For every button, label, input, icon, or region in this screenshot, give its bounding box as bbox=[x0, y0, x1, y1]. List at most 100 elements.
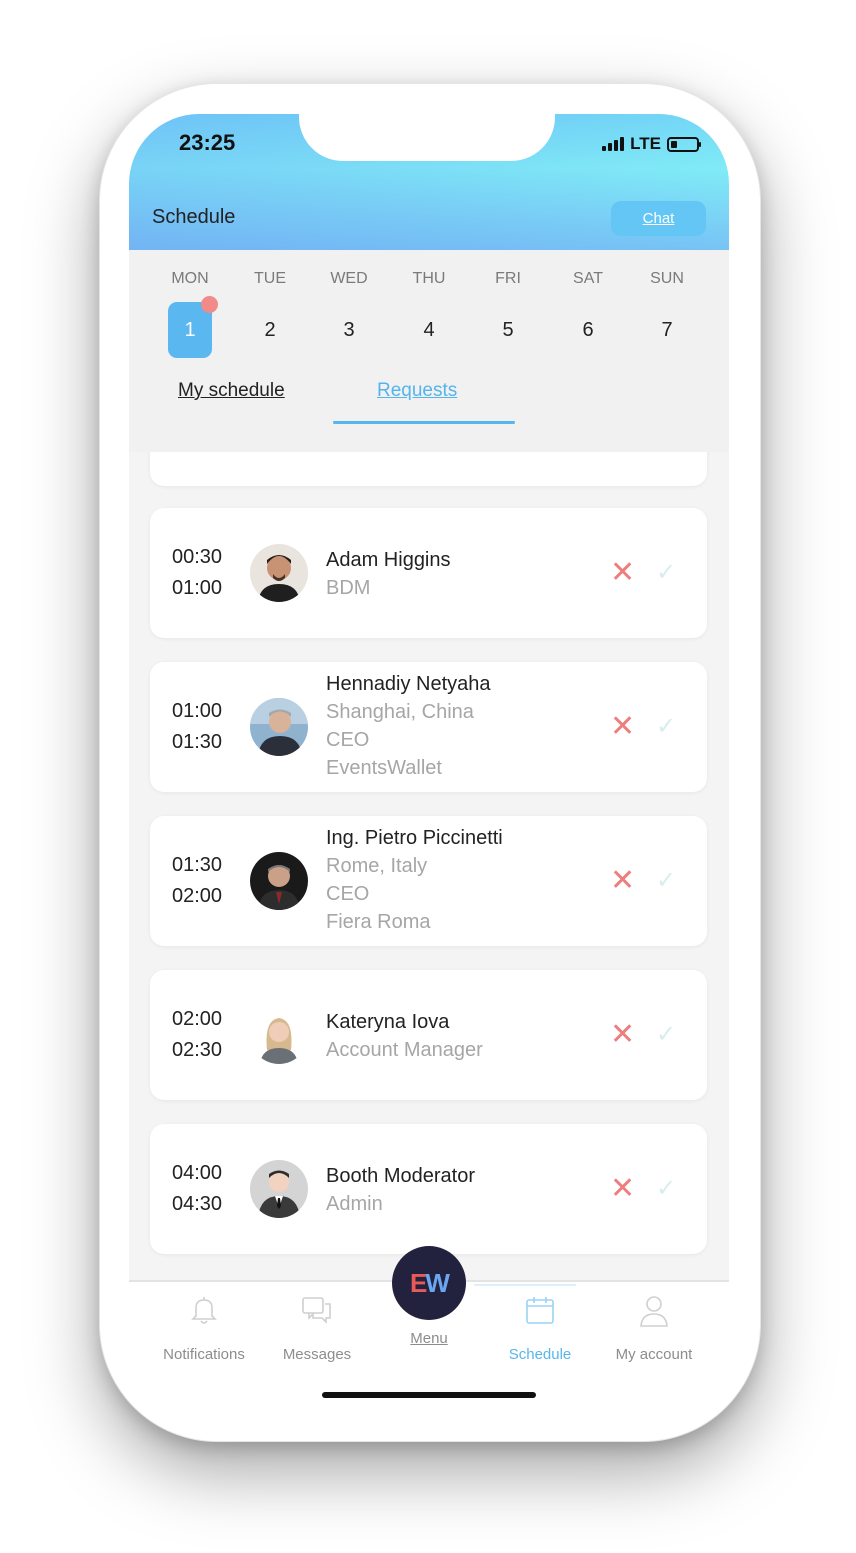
day-number[interactable]: 5 bbox=[486, 302, 530, 358]
day-name: FRI bbox=[495, 270, 521, 287]
active-nav-indicator bbox=[474, 1284, 576, 1286]
avatar[interactable] bbox=[250, 1006, 308, 1064]
person-role: Admin bbox=[326, 1193, 383, 1215]
nav-schedule[interactable]: Schedule bbox=[485, 1297, 595, 1363]
person-info: Hennadiy Netyaha Shanghai, China CEO Eve… bbox=[326, 670, 626, 782]
meeting-times: 04:00 04:30 bbox=[172, 1158, 222, 1220]
menu-label[interactable]: Menu bbox=[392, 1330, 466, 1347]
day-name: SAT bbox=[573, 270, 603, 287]
person-detail: BDM bbox=[326, 577, 371, 599]
nav-label: My account bbox=[615, 1346, 693, 1363]
meeting-card[interactable]: 04:00 04:30 Booth Moderator Admin ✕ ✓ bbox=[150, 1124, 707, 1254]
accept-check-icon[interactable]: ✓ bbox=[656, 1020, 676, 1050]
day-sat[interactable]: SAT 6 bbox=[548, 270, 628, 341]
meeting-requests-list[interactable]: 00:30 01:00 Adam Higgins BDM ✕ ✓ 01:00 0… bbox=[129, 452, 729, 1282]
notification-dot bbox=[201, 296, 218, 313]
meeting-times: 01:00 01:30 bbox=[172, 696, 222, 758]
meeting-card[interactable]: 01:30 02:00 Ing. Pietro Piccinetti Rome,… bbox=[150, 816, 707, 946]
day-number[interactable]: 7 bbox=[645, 302, 689, 358]
meeting-times: 01:30 02:00 bbox=[172, 850, 222, 912]
decline-x-icon[interactable]: ✕ bbox=[610, 558, 635, 588]
start-time: 04:00 bbox=[172, 1162, 223, 1184]
decline-x-icon[interactable]: ✕ bbox=[610, 1174, 635, 1204]
accept-check-icon[interactable]: ✓ bbox=[656, 866, 676, 896]
person-info: Kateryna Iova Account Manager bbox=[326, 1008, 626, 1064]
day-number-selected[interactable]: 1 bbox=[168, 296, 218, 358]
day-thu[interactable]: THU 4 bbox=[389, 270, 469, 341]
day-name: WED bbox=[330, 270, 368, 287]
day-number[interactable]: 4 bbox=[407, 302, 451, 358]
day-sun[interactable]: SUN 7 bbox=[627, 270, 707, 341]
start-time: 00:30 bbox=[172, 546, 223, 568]
nav-label: Messages bbox=[282, 1346, 352, 1363]
day-name: THU bbox=[412, 270, 446, 287]
day-number[interactable]: 2 bbox=[248, 302, 292, 358]
day-number-label: 1 bbox=[184, 318, 196, 341]
day-number[interactable]: 3 bbox=[327, 302, 371, 358]
person-title: CEO bbox=[326, 729, 370, 751]
logo-letter: W bbox=[425, 1267, 450, 1298]
accept-check-icon[interactable]: ✓ bbox=[656, 558, 676, 588]
decline-x-icon[interactable]: ✕ bbox=[610, 866, 635, 896]
list-item[interactable] bbox=[150, 452, 707, 486]
person-location: Rome, Italy bbox=[326, 855, 428, 877]
start-time: 01:00 bbox=[172, 700, 223, 722]
meeting-card[interactable]: 00:30 01:00 Adam Higgins BDM ✕ ✓ bbox=[150, 508, 707, 638]
avatar[interactable] bbox=[250, 852, 308, 910]
nav-notifications[interactable]: Notifications bbox=[149, 1297, 259, 1363]
person-detail: Account Manager bbox=[326, 1039, 483, 1061]
nav-my-account[interactable]: My account bbox=[599, 1296, 709, 1363]
chat-bubbles-icon bbox=[301, 1294, 333, 1330]
person-name: Booth Moderator bbox=[326, 1165, 475, 1187]
avatar[interactable] bbox=[250, 698, 308, 756]
home-indicator[interactable] bbox=[322, 1392, 536, 1398]
person-title: CEO bbox=[326, 883, 370, 905]
calendar-panel: MON 1 TUE 2 WED 3 THU 4 FRI 5 SAT 6 SUN … bbox=[129, 250, 729, 452]
day-number[interactable]: 6 bbox=[566, 302, 610, 358]
day-fri[interactable]: FRI 5 bbox=[468, 270, 548, 341]
person-company: Fiera Roma bbox=[326, 911, 431, 933]
end-time: 04:30 bbox=[172, 1193, 223, 1215]
end-time: 02:30 bbox=[172, 1039, 223, 1061]
signal-icon bbox=[602, 137, 625, 151]
day-tue[interactable]: TUE 2 bbox=[230, 270, 310, 341]
meeting-times: 02:00 02:30 bbox=[172, 1004, 222, 1066]
tab-requests[interactable]: Requests bbox=[377, 380, 457, 402]
battery-icon bbox=[667, 136, 701, 152]
day-name: SUN bbox=[650, 270, 684, 287]
person-name: Hennadiy Netyaha bbox=[326, 673, 491, 695]
end-time: 01:00 bbox=[172, 577, 223, 599]
decline-x-icon[interactable]: ✕ bbox=[610, 712, 635, 742]
nav-label: Notifications bbox=[163, 1346, 245, 1363]
logo-letter: E bbox=[410, 1267, 427, 1298]
person-name: Adam Higgins bbox=[326, 549, 451, 571]
start-time: 01:30 bbox=[172, 854, 223, 876]
end-time: 01:30 bbox=[172, 731, 223, 753]
nav-messages[interactable]: Messages bbox=[262, 1297, 372, 1363]
avatar[interactable] bbox=[250, 544, 308, 602]
day-wed[interactable]: WED 3 bbox=[309, 270, 389, 341]
bell-icon bbox=[189, 1294, 219, 1330]
accept-check-icon[interactable]: ✓ bbox=[656, 712, 676, 742]
tab-my-schedule[interactable]: My schedule bbox=[178, 380, 285, 402]
day-name: TUE bbox=[254, 270, 286, 287]
app-screen: 23:25 LTE Schedule Chat MON 1 TUE 2 WED bbox=[129, 114, 729, 1410]
accept-check-icon[interactable]: ✓ bbox=[656, 1174, 676, 1204]
meeting-card[interactable]: 02:00 02:30 Kateryna Iova Account Manage… bbox=[150, 970, 707, 1100]
person-info: Booth Moderator Admin bbox=[326, 1162, 626, 1218]
day-name: MON bbox=[171, 270, 209, 287]
chat-button[interactable]: Chat bbox=[611, 201, 706, 236]
status-time: 23:25 bbox=[179, 130, 236, 155]
start-time: 02:00 bbox=[172, 1008, 223, 1030]
meeting-card[interactable]: 01:00 01:30 Hennadiy Netyaha Shanghai, C… bbox=[150, 662, 707, 792]
day-mon[interactable]: MON 1 bbox=[150, 270, 230, 358]
page-title: Schedule bbox=[152, 206, 236, 228]
avatar[interactable] bbox=[250, 1160, 308, 1218]
person-info: Ing. Pietro Piccinetti Rome, Italy CEO F… bbox=[326, 824, 626, 936]
network-label: LTE bbox=[630, 134, 661, 153]
end-time: 02:00 bbox=[172, 885, 223, 907]
menu-logo-button[interactable]: EW bbox=[392, 1246, 466, 1320]
person-name: Ing. Pietro Piccinetti bbox=[326, 827, 503, 849]
decline-x-icon[interactable]: ✕ bbox=[610, 1020, 635, 1050]
person-company: EventsWallet bbox=[326, 757, 442, 779]
